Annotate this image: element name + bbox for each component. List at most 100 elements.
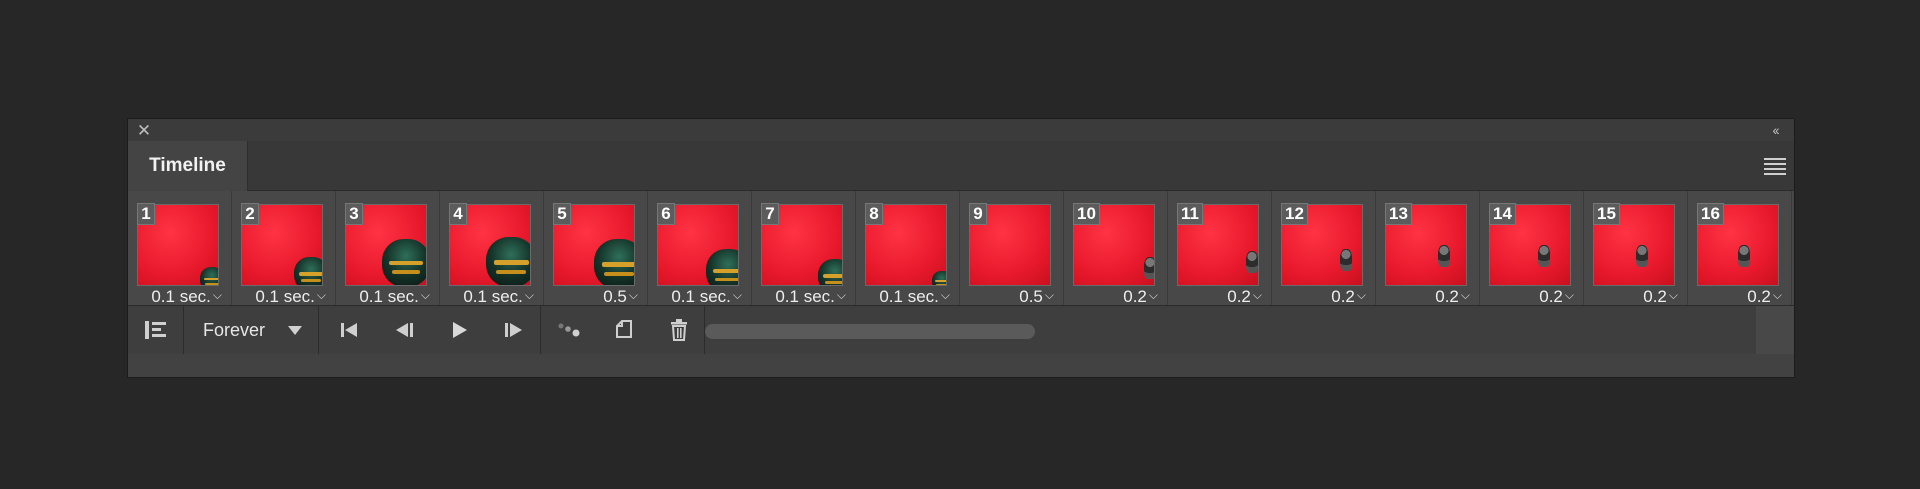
- animation-frame[interactable]: 15 0.2 ⌵: [1584, 191, 1688, 307]
- frames-strip: 1 0.1 sec. ⌵ 2 0.1 sec. ⌵ 3 0.1 sec. ⌵ 4 0.1 sec. ⌵…: [128, 191, 1794, 307]
- frame-number: 1: [137, 203, 155, 225]
- panel-titlebar: ✕ ‹‹: [128, 119, 1794, 142]
- chevron-down-icon: ⌵: [1148, 287, 1158, 302]
- frame-delay-value: 0.2: [1643, 287, 1667, 306]
- frame-number: 5: [553, 203, 571, 225]
- frame-number: 16: [1697, 203, 1724, 225]
- frame-number: 12: [1281, 203, 1308, 225]
- delete-frame-icon[interactable]: [657, 306, 701, 354]
- frame-delay-value: 0.2: [1331, 287, 1355, 306]
- robot-figure: [1438, 245, 1450, 267]
- frame-delay-select[interactable]: 0.1 sec. ⌵: [879, 287, 950, 307]
- animation-frame[interactable]: 7 0.1 sec. ⌵: [752, 191, 856, 307]
- animation-frame[interactable]: 9 0.5 ⌵: [960, 191, 1064, 307]
- frame-delay-value: 0.1 sec.: [671, 287, 731, 306]
- robot-figure: [594, 239, 634, 285]
- robot-figure: [382, 239, 426, 285]
- panel-menu-icon[interactable]: [1764, 155, 1786, 177]
- frame-delay-select[interactable]: 0.1 sec. ⌵: [151, 287, 222, 307]
- chevron-down-icon: ⌵: [524, 287, 534, 302]
- convert-to-video-timeline-icon[interactable]: [134, 306, 178, 354]
- next-frame-icon[interactable]: [492, 306, 536, 354]
- frame-delay-select[interactable]: 0.2 ⌵: [1331, 287, 1366, 307]
- frame-number: 10: [1073, 203, 1100, 225]
- frame-delay-select[interactable]: 0.1 sec. ⌵: [463, 287, 534, 307]
- frame-delay-value: 0.1 sec.: [775, 287, 835, 306]
- robot-figure: [486, 237, 530, 285]
- animation-frame[interactable]: 10 0.2 ⌵: [1064, 191, 1168, 307]
- chevron-down-icon: ⌵: [316, 287, 326, 302]
- frame-delay-value: 0.1 sec.: [359, 287, 419, 306]
- frame-number: 8: [865, 203, 883, 225]
- first-frame-icon[interactable]: [327, 306, 371, 354]
- chevron-down-icon: ⌵: [628, 287, 638, 302]
- animation-frame[interactable]: 5 0.5 ⌵: [544, 191, 648, 307]
- animation-frame[interactable]: 12 0.2 ⌵: [1272, 191, 1376, 307]
- animation-frame[interactable]: 6 0.1 sec. ⌵: [648, 191, 752, 307]
- frame-delay-select[interactable]: 0.1 sec. ⌵: [671, 287, 742, 307]
- frame-delay-select[interactable]: 0.2 ⌵: [1539, 287, 1574, 307]
- chevron-down-icon: ⌵: [1564, 287, 1574, 302]
- frame-number: 15: [1593, 203, 1620, 225]
- frame-delay-select[interactable]: 0.2 ⌵: [1227, 287, 1262, 307]
- play-icon[interactable]: [437, 306, 481, 354]
- frame-number: 2: [241, 203, 259, 225]
- frame-delay-select[interactable]: 0.5 ⌵: [1019, 287, 1054, 307]
- animation-frame[interactable]: 8 0.1 sec. ⌵: [856, 191, 960, 307]
- robot-figure: [706, 249, 738, 285]
- frame-number: 13: [1385, 203, 1412, 225]
- animation-frame[interactable]: 3 0.1 sec. ⌵: [336, 191, 440, 307]
- duplicate-frame-icon[interactable]: [602, 306, 646, 354]
- animation-frame[interactable]: 13 0.2 ⌵: [1376, 191, 1480, 307]
- animation-frame[interactable]: 14 0.2 ⌵: [1480, 191, 1584, 307]
- frame-delay-value: 0.2: [1123, 287, 1147, 306]
- chevron-down-icon: ⌵: [1356, 287, 1366, 302]
- frame-delay-value: 0.2: [1539, 287, 1563, 306]
- collapse-icon[interactable]: ‹‹: [1764, 119, 1786, 141]
- chevron-down-icon: ⌵: [732, 287, 742, 302]
- close-icon[interactable]: ✕: [134, 119, 154, 141]
- frame-delay-value: 0.1 sec.: [879, 287, 939, 306]
- frame-delay-select[interactable]: 0.2 ⌵: [1747, 287, 1782, 307]
- frame-delay-select[interactable]: 0.5 ⌵: [603, 287, 638, 307]
- loop-options-value: Forever: [203, 319, 266, 340]
- frame-delay-value: 0.5: [603, 287, 627, 306]
- timeline-panel: ✕ ‹‹ Timeline 1 0.1 sec. ⌵ 2 0.1 sec. ⌵ 3 0.1 s…: [127, 118, 1795, 378]
- frame-delay-select[interactable]: 0.1 sec. ⌵: [255, 287, 326, 307]
- robot-figure: [294, 257, 322, 285]
- animation-frame[interactable]: 16 0.2 ⌵: [1688, 191, 1792, 307]
- chevron-down-icon: ⌵: [1044, 287, 1054, 302]
- chevron-down-icon: ⌵: [1252, 287, 1262, 302]
- tween-icon[interactable]: [547, 306, 591, 354]
- frame-delay-select[interactable]: 0.2 ⌵: [1123, 287, 1158, 307]
- robot-figure: [932, 271, 946, 285]
- frame-delay-select[interactable]: 0.1 sec. ⌵: [775, 287, 846, 307]
- robot-figure: [818, 259, 842, 285]
- frame-delay-select[interactable]: 0.2 ⌵: [1435, 287, 1470, 307]
- previous-frame-icon[interactable]: [382, 306, 426, 354]
- frame-delay-value: 0.1 sec.: [151, 287, 211, 306]
- frame-delay-value: 0.1 sec.: [463, 287, 523, 306]
- timeline-toolbar: Forever: [128, 305, 1794, 354]
- loop-options-select[interactable]: Forever: [188, 306, 310, 354]
- frame-delay-value: 0.2: [1747, 287, 1771, 306]
- horizontal-scrollbar[interactable]: [705, 324, 1035, 339]
- robot-figure: [1340, 249, 1352, 271]
- chevron-down-icon: [288, 326, 302, 335]
- frame-delay-select[interactable]: 0.1 sec. ⌵: [359, 287, 430, 307]
- robot-figure: [1738, 245, 1750, 267]
- frame-delay-value: 0.2: [1227, 287, 1251, 306]
- chevron-down-icon: ⌵: [212, 287, 222, 302]
- robot-figure: [1246, 251, 1258, 273]
- frame-delay-select[interactable]: 0.2 ⌵: [1643, 287, 1678, 307]
- frame-number: 11: [1177, 203, 1203, 225]
- frame-number: 4: [449, 203, 467, 225]
- tab-timeline[interactable]: Timeline: [128, 141, 248, 191]
- animation-frame[interactable]: 1 0.1 sec. ⌵: [128, 191, 232, 307]
- animation-frame[interactable]: 11 0.2 ⌵: [1168, 191, 1272, 307]
- scrollbar-end-cap: [1756, 306, 1794, 354]
- frame-delay-value: 0.5: [1019, 287, 1043, 306]
- animation-frame[interactable]: 2 0.1 sec. ⌵: [232, 191, 336, 307]
- animation-frame[interactable]: 4 0.1 sec. ⌵: [440, 191, 544, 307]
- robot-figure: [1636, 245, 1648, 267]
